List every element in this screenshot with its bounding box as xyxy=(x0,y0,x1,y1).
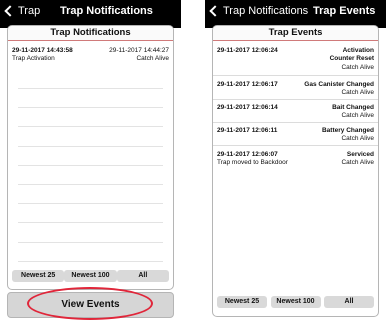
event-time: 29-11-2017 12:06:14 xyxy=(217,104,278,111)
nav-bar: Trap Notifications Trap Events xyxy=(205,0,386,28)
event-row[interactable]: 29-11-2017 12:06:07 Serviced Trap moved … xyxy=(213,149,378,169)
event-status: Catch Alive xyxy=(341,135,374,142)
list-divider xyxy=(18,126,163,128)
event-status: Catch Alive xyxy=(341,112,374,119)
notification-time-end: 29-11-2017 14:44:27 xyxy=(109,47,169,54)
notification-status: Catch Alive xyxy=(136,55,169,62)
event-row[interactable]: 29-11-2017 12:06:24 Activation Counter R… xyxy=(213,47,378,76)
list-divider xyxy=(18,260,163,262)
back-label: Trap Notifications xyxy=(223,5,309,17)
list-divider xyxy=(18,88,163,89)
list-divider xyxy=(18,164,163,166)
filter-bar: Newest 25 Newest 100 All xyxy=(217,296,374,308)
event-status: Catch Alive xyxy=(341,159,374,166)
newest-100-button[interactable]: Newest 100 xyxy=(270,296,321,308)
event-title: Battery Changed xyxy=(321,127,374,134)
highlight-ring xyxy=(27,287,153,320)
event-title: Activation xyxy=(342,47,374,54)
chevron-left-icon xyxy=(209,5,221,17)
events-panel: Trap Events 29-11-2017 12:06:24 Activati… xyxy=(212,25,379,317)
event-title: Bait Changed xyxy=(332,104,374,111)
back-button[interactable]: Trap xyxy=(4,5,40,17)
event-title-line2: Counter Reset xyxy=(329,55,374,62)
newest-100-button[interactable]: Newest 100 xyxy=(64,270,117,282)
event-title: Serviced xyxy=(346,151,374,158)
filter-bar: Newest 25 Newest 100 All xyxy=(12,270,169,282)
panel-title: Trap Events xyxy=(213,26,378,41)
back-label: Trap xyxy=(18,5,41,17)
event-row[interactable]: 29-11-2017 12:06:17 Gas Canister Changed… xyxy=(213,79,378,100)
event-row[interactable]: 29-11-2017 12:06:11 Battery Changed Catc… xyxy=(213,125,378,146)
event-status: Catch Alive xyxy=(341,64,374,71)
list-divider xyxy=(18,145,163,147)
event-time: 29-11-2017 12:06:17 xyxy=(217,81,278,88)
list-divider xyxy=(18,203,163,205)
all-button[interactable]: All xyxy=(324,296,374,308)
list-divider xyxy=(18,107,163,109)
list-divider xyxy=(18,183,163,185)
newest-25-button[interactable]: Newest 25 xyxy=(217,296,267,308)
event-time: 29-11-2017 12:06:24 xyxy=(217,47,278,54)
event-note: Trap moved to Backdoor xyxy=(217,159,288,166)
list-divider xyxy=(18,241,163,243)
notification-row[interactable]: 29-11-2017 14:43:58 29-11-2017 14:44:27 … xyxy=(8,47,173,69)
notification-type: Trap Activation xyxy=(12,55,55,62)
event-time: 29-11-2017 12:06:07 xyxy=(217,151,278,158)
chevron-left-icon xyxy=(4,5,16,17)
nav-title: Trap Notifications xyxy=(60,5,153,17)
all-button[interactable]: All xyxy=(116,270,169,282)
back-button[interactable]: Trap Notifications xyxy=(209,5,308,17)
event-row[interactable]: 29-11-2017 12:06:14 Bait Changed Catch A… xyxy=(213,102,378,123)
list-divider xyxy=(18,222,163,224)
nav-bar: Trap Trap Notifications xyxy=(0,0,181,28)
trap-events-screen: Trap Notifications Trap Events Trap Even… xyxy=(205,0,386,323)
notifications-panel: Trap Notifications 29-11-2017 14:43:58 2… xyxy=(7,25,174,290)
event-title: Gas Canister Changed xyxy=(304,81,374,88)
newest-25-button[interactable]: Newest 25 xyxy=(12,270,65,282)
nav-title: Trap Events xyxy=(313,5,376,17)
empty-list-rows xyxy=(18,88,163,280)
event-time: 29-11-2017 12:06:11 xyxy=(217,127,278,134)
notification-time-start: 29-11-2017 14:43:58 xyxy=(12,47,73,54)
panel-title: Trap Notifications xyxy=(8,26,173,41)
event-status: Catch Alive xyxy=(341,89,374,96)
trap-notifications-screen: Trap Trap Notifications Trap Notificatio… xyxy=(0,0,181,323)
